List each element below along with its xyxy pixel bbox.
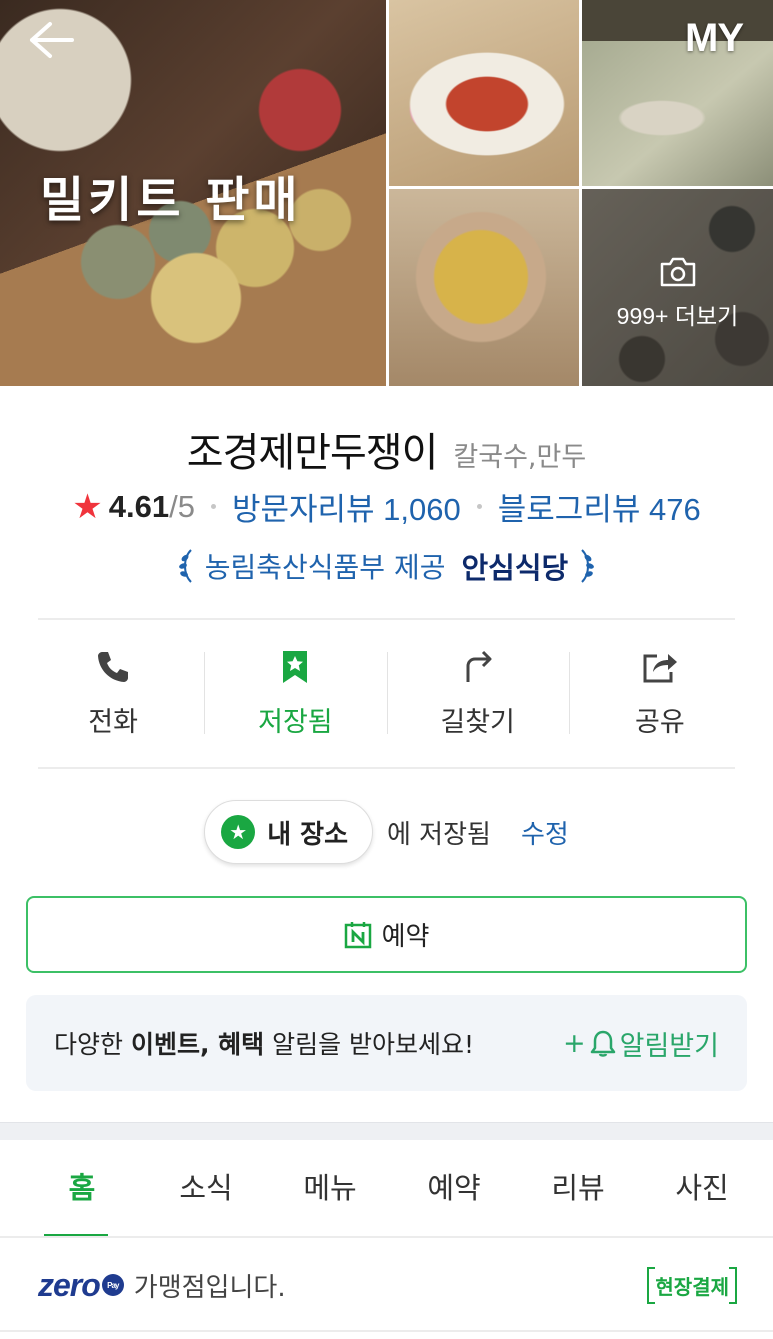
saved-status-row: ★ 내 장소 에 저장됨 수정	[0, 800, 773, 864]
separator-dot	[210, 504, 216, 509]
bell-icon	[590, 1030, 615, 1057]
zero-pay-info: zero Pay 가맹점입니다.	[38, 1267, 286, 1304]
photo-overlay-text: 밀키트 판매	[40, 172, 302, 228]
share-icon	[643, 654, 677, 683]
reserve-button[interactable]: 예약	[26, 896, 747, 973]
zero-pay-logo: zero Pay	[38, 1267, 124, 1304]
star-icon: ★	[72, 487, 103, 526]
reserve-label: 예약	[381, 922, 430, 952]
share-label: 공유	[635, 707, 685, 738]
bookmark-star-icon	[283, 651, 308, 683]
save-button[interactable]: 저장됨	[204, 622, 386, 765]
place-category: 칼국수,만두	[453, 442, 587, 473]
directions-button[interactable]: 길찾기	[386, 622, 569, 765]
my-button[interactable]: MY	[685, 16, 744, 61]
more-photos-button[interactable]: 999+ 더보기	[582, 189, 773, 386]
stats-row: ★ 4.61 /5 방문자리뷰 1,060 블로그리뷰 476	[0, 484, 773, 529]
section-separator	[0, 1122, 773, 1140]
gallery-photo-1[interactable]	[389, 0, 579, 186]
back-button[interactable]	[26, 18, 78, 62]
call-button[interactable]: 전화	[22, 622, 204, 765]
tab-news[interactable]: 소식	[144, 1140, 268, 1236]
title-row: 조경제만두쟁이 칼국수,만두	[0, 420, 773, 478]
tab-more-partial[interactable]: ㅂ	[764, 1140, 773, 1236]
laurel-left-icon	[178, 549, 192, 583]
notice-cta-label: 알림받기	[619, 1030, 719, 1062]
action-bar: 전화 저장됨 길찾기 공유	[22, 622, 751, 765]
safe-badge-text: 안심식당	[461, 551, 569, 585]
camera-icon	[660, 257, 695, 286]
directions-label: 길찾기	[440, 707, 515, 738]
my-place-chip[interactable]: ★ 내 장소	[204, 800, 373, 864]
subscribe-alerts-button[interactable]: + 알림받기	[563, 1024, 719, 1063]
laurel-right-icon	[581, 549, 595, 583]
pay-mark: Pay	[101, 1274, 124, 1296]
arrow-left-icon	[30, 22, 74, 58]
place-name: 조경제만두쟁이	[186, 430, 439, 476]
separator-dot	[476, 504, 482, 509]
zero-pay-row: zero Pay 가맹점입니다. 현장결제	[0, 1240, 773, 1332]
star-badge-icon: ★	[221, 815, 256, 849]
gallery-photo-3[interactable]	[389, 189, 579, 386]
safe-provider-text: 농림축산식품부 제공	[204, 551, 446, 584]
more-photos-label: 999+ 더보기	[616, 302, 739, 329]
edit-saved-link[interactable]: 수정	[521, 814, 569, 851]
notice-text-after: 알림을 받아보세요!	[264, 1030, 475, 1059]
notification-banner: 다양한 이벤트, 혜택 알림을 받아보세요! + 알림받기	[26, 995, 747, 1091]
zero-pay-text: 가맹점입니다.	[133, 1272, 286, 1303]
blog-reviews-link[interactable]: 블로그리뷰 476	[498, 484, 701, 529]
gallery-photo-2[interactable]	[582, 0, 773, 186]
tab-bar: 홈 소식 메뉴 예약 리뷰 사진 ㅂ	[0, 1140, 773, 1238]
phone-icon	[98, 652, 129, 682]
onsite-payment-badge: 현장결제	[647, 1266, 737, 1304]
notice-text-before: 다양한	[54, 1030, 131, 1059]
tab-photos[interactable]: 사진	[640, 1140, 764, 1236]
tab-reservation[interactable]: 예약	[392, 1140, 516, 1236]
naver-calendar-icon	[344, 921, 371, 948]
safe-restaurant-badge[interactable]: 농림축산식품부 제공 안심식당	[0, 545, 773, 587]
call-label: 전화	[88, 707, 138, 738]
rating-value: 4.61	[108, 488, 170, 524]
tab-reviews[interactable]: 리뷰	[516, 1140, 640, 1236]
notification-text: 다양한 이벤트, 혜택 알림을 받아보세요!	[54, 1025, 474, 1061]
share-button[interactable]: 공유	[568, 622, 751, 765]
tab-menu[interactable]: 메뉴	[268, 1140, 392, 1236]
save-label: 저장됨	[258, 707, 333, 738]
divider	[38, 618, 735, 620]
rating-max: /5	[169, 488, 195, 524]
divider	[38, 767, 735, 769]
tab-home[interactable]: 홈	[20, 1140, 144, 1236]
saved-status-text: 에 저장됨	[387, 819, 491, 850]
visitor-reviews-link[interactable]: 방문자리뷰 1,060	[232, 484, 461, 529]
zero-logo-text: zero	[38, 1266, 101, 1303]
notice-cta-prefix: +	[563, 1027, 586, 1059]
my-place-label: 내 장소	[267, 819, 348, 850]
notice-text-bold: 이벤트, 혜택	[130, 1030, 265, 1059]
directions-icon	[466, 650, 492, 682]
